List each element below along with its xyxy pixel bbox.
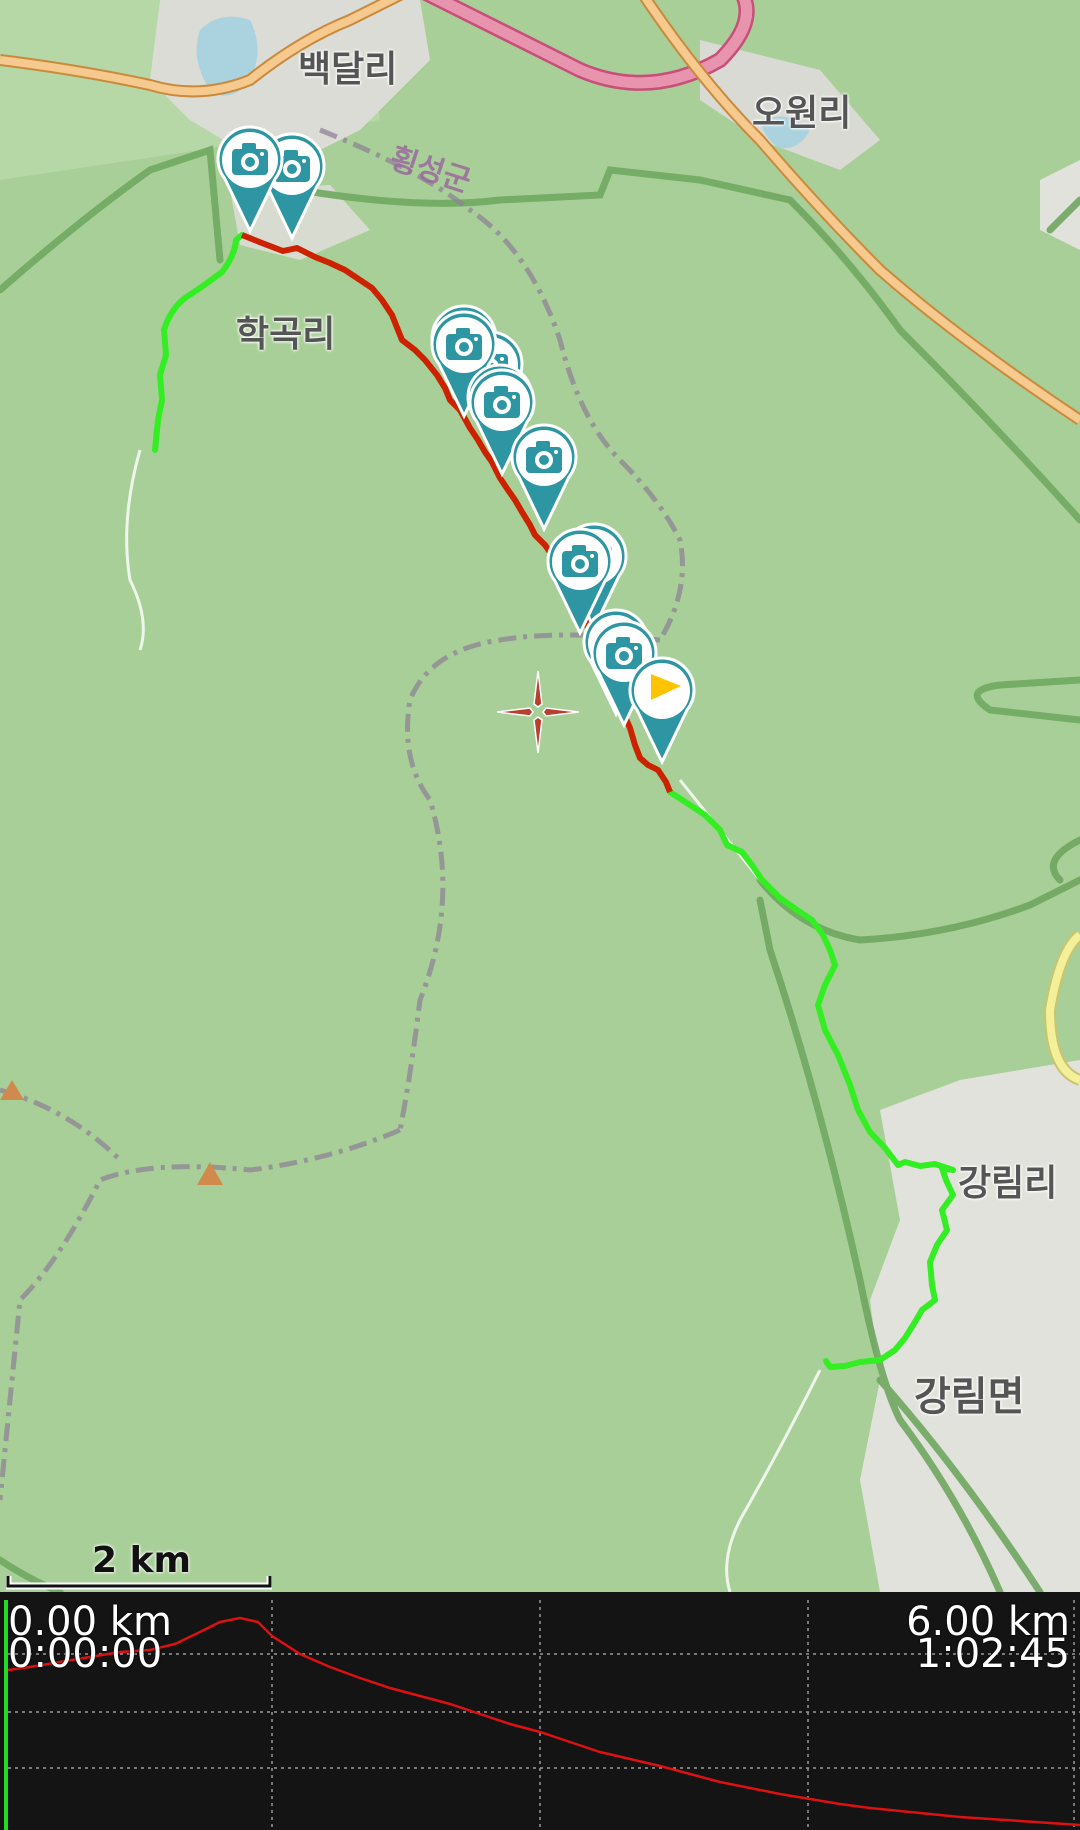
profile-end-time: 1:02:45 bbox=[915, 1631, 1070, 1677]
flag-marker-icon[interactable] bbox=[621, 650, 703, 766]
map-view[interactable]: 백달리 오원리 학곡리 강림리 강림면 횡성군 2 km bbox=[0, 0, 1080, 1592]
place-label-gangnim-myeon: 강림면 bbox=[914, 1374, 1025, 1420]
place-label-gangnim-ri: 강림리 bbox=[958, 1163, 1058, 1204]
camera-marker-icon[interactable] bbox=[209, 119, 291, 235]
map-base bbox=[0, 0, 1080, 1592]
elevation-profile[interactable]: 0.00 km 0:00:00 6.00 km 1:02:45 bbox=[0, 1592, 1080, 1830]
app-root: 백달리 오원리 학곡리 강림리 강림면 횡성군 2 km 0.00 km 0:0… bbox=[0, 0, 1080, 1830]
place-label-owon: 오원리 bbox=[752, 93, 852, 134]
place-label-hakgok: 학곡리 bbox=[236, 314, 336, 355]
crosshair-icon bbox=[497, 671, 579, 753]
profile-start-time: 0:00:00 bbox=[8, 1631, 163, 1677]
scale-bar-label: 2 km bbox=[92, 1540, 192, 1581]
place-label-baekdal: 백달리 bbox=[298, 49, 398, 90]
